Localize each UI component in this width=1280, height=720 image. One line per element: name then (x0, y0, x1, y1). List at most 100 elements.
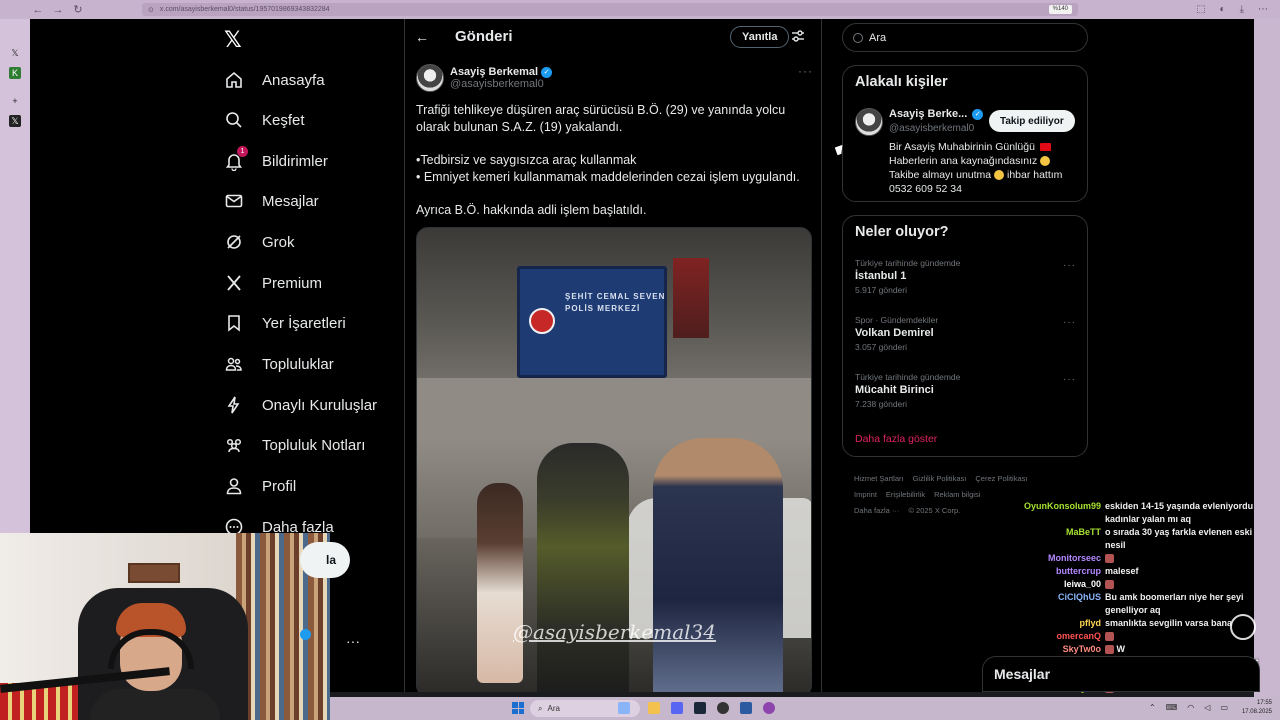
volume-icon[interactable]: ◁ (1204, 703, 1210, 712)
nav-item-7[interactable]: Yer İşaretleri (222, 307, 346, 339)
footer-link[interactable]: Gizlilik Politikası (913, 474, 967, 483)
site-info-icon[interactable]: ⊙ (148, 6, 154, 14)
nav-item-9[interactable]: Onaylı Kuruluşlar (222, 389, 377, 421)
nav-item-3[interactable]: 1 Bildirimler (222, 145, 328, 177)
keyboard-icon[interactable]: ⌨ (1166, 703, 1178, 712)
chevron-up-icon[interactable]: ⌃ (1149, 703, 1156, 712)
author-handle[interactable]: @asayisberkemal0 (450, 78, 552, 90)
tweet-image[interactable]: ŞEHİT CEMAL SEVEN POLİS MERKEZİ @asayisb… (416, 227, 812, 692)
footer-link[interactable]: Hizmet Şartları (854, 474, 904, 483)
home-icon (222, 68, 246, 92)
extension-icon[interactable]: ⬚ (1196, 4, 1205, 15)
x-logo-icon[interactable]: 𝕏 (224, 27, 248, 52)
more-options-icon[interactable]: ··· (798, 64, 813, 78)
reload-icon[interactable]: ↻ (68, 0, 88, 19)
trend-category: Spor · Gündemdekiler (855, 315, 939, 325)
following-button[interactable]: Takip ediliyor (989, 110, 1075, 132)
nav-item-8[interactable]: Topluluklar (222, 348, 334, 380)
forward-icon[interactable]: → (48, 0, 68, 19)
chat-username[interactable]: buttercrup (1014, 565, 1105, 578)
tweet-paragraph: •Tedbirsiz ve saygısızca araç kullanmak (416, 153, 637, 167)
account-menu-icon[interactable]: ··· (346, 633, 360, 649)
back-icon[interactable]: ← (28, 0, 48, 19)
battery-icon[interactable]: ▭ (1220, 703, 1228, 712)
trend-more-icon[interactable]: ··· (1063, 374, 1076, 385)
steam-icon[interactable] (694, 702, 706, 714)
clock[interactable]: 17:55 17.08.2025 (1242, 699, 1272, 717)
chat-username[interactable]: pflyd (1014, 617, 1105, 630)
url-bar[interactable]: ⊙ x.com/asayisberkemal0/status/195701986… (142, 3, 1078, 16)
trend-item[interactable]: Türkiye tarihinde gündemde Mücahit Birinc… (855, 372, 960, 409)
lightning-icon (222, 393, 246, 417)
sliders-icon[interactable] (791, 29, 805, 43)
trend-more-icon[interactable]: ··· (1063, 317, 1076, 328)
obs-icon[interactable] (717, 702, 729, 714)
nav-item-2[interactable]: Keşfet (222, 104, 305, 136)
avatar[interactable] (855, 108, 883, 136)
trend-count: 7.238 gönderi (855, 399, 907, 409)
avatar[interactable] (416, 64, 444, 92)
chat-username[interactable]: Monitorseec (1014, 552, 1105, 565)
search-input[interactable]: Ara (842, 23, 1088, 52)
windows-start-icon[interactable] (512, 702, 524, 714)
trend-item[interactable]: Spor · Gündemdekiler Volkan Demirel 3.057 … (855, 315, 938, 352)
trend-name: Mücahit Birinci (855, 384, 934, 396)
mail-icon (222, 189, 246, 213)
footer-link[interactable]: Daha fazla ··· (854, 506, 899, 515)
chat-username[interactable]: MaBeTT (1014, 526, 1105, 552)
trend-item[interactable]: Türkiye tarihinde gündemde İstanbul 1 5.91… (855, 258, 960, 295)
download-icon[interactable]: ⤓ (1240, 4, 1244, 15)
post-button[interactable]: la (300, 542, 350, 578)
trend-more-icon[interactable]: ··· (1063, 260, 1076, 271)
new-tab-icon[interactable]: + (9, 95, 21, 107)
app-tab-icon[interactable]: K (9, 67, 21, 79)
footer-link[interactable]: Imprint (854, 490, 877, 499)
x-tab-icon[interactable]: 𝕏 (9, 47, 21, 59)
profile-icon[interactable]: ◐ (1220, 4, 1226, 15)
chat-username[interactable]: leiwa_00 (1014, 578, 1105, 591)
tweet-author[interactable]: Asayiş Berkemal ✓ @asayisberkemal0 (416, 64, 553, 92)
folder-icon[interactable] (648, 702, 660, 714)
zoom-level[interactable]: %140 (1048, 5, 1072, 14)
person-handle[interactable]: @asayisberkemal0 (889, 123, 974, 134)
show-more-link[interactable]: Daha fazla göster (855, 433, 937, 445)
footer-link[interactable]: Çerez Politikası (975, 474, 1027, 483)
footer-link[interactable]: Reklam bilgisi (934, 490, 980, 499)
person-name[interactable]: Asayiş Berke... ✓ (889, 108, 984, 120)
notification-badge: 1 (237, 146, 248, 157)
chat-username[interactable]: OyunKonsolum99 (1014, 500, 1105, 526)
turkey-flag-icon (1039, 143, 1051, 152)
chat-username[interactable]: SkyTw0o (1014, 643, 1105, 656)
chat-message: MaBeTT o sırada 30 yaş farkla evlenen esk… (1014, 526, 1264, 552)
nav-item-5[interactable]: Grok (222, 226, 295, 258)
reply-button[interactable]: Yanıtla (730, 26, 790, 48)
nav-item-4[interactable]: Mesajlar (222, 185, 319, 217)
footer-link[interactable]: Erişilebilirlik (886, 490, 925, 499)
footer-link[interactable]: © 2025 X Corp. (908, 506, 960, 515)
widgets-icon[interactable] (618, 702, 630, 714)
chat-text: Bu amk boomerları niye her şeyi genelliy… (1105, 591, 1264, 617)
x-active-tab-icon[interactable]: 𝕏 (9, 115, 21, 127)
nav-item-1[interactable]: Anasayfa (222, 64, 325, 96)
chat-username[interactable]: omercanQ (1014, 630, 1105, 643)
nav-item-label: Topluluklar (262, 355, 334, 373)
nav-item-11[interactable]: Profil (222, 470, 296, 502)
discord-icon[interactable] (671, 702, 683, 714)
wifi-icon[interactable]: ◠ (1187, 703, 1194, 712)
nav-item-10[interactable]: Topluluk Notları (222, 429, 365, 461)
messages-drawer[interactable]: Mesajlar (982, 656, 1260, 692)
chat-username[interactable]: CiCIQhUS (1014, 591, 1105, 617)
search-icon (853, 32, 863, 43)
browser-icon[interactable] (763, 702, 775, 714)
bio-line: Haberlerin ana kaynağındasınız (889, 155, 1038, 167)
card-title: Neler oluyor? (855, 224, 949, 240)
back-arrow-icon[interactable]: ← (415, 29, 431, 45)
chat-text-content: o sırada 30 yaş farkla evlenen eski nesi… (1105, 527, 1253, 550)
nav-item-label: Premium (262, 274, 323, 292)
nav-item-6[interactable]: Premium (222, 267, 322, 299)
menu-icon[interactable]: ⋯ (1258, 4, 1268, 15)
person-icon (222, 474, 246, 498)
chat-message: leiwa_00 (1014, 578, 1264, 591)
author-name[interactable]: Asayiş Berkemal ✓ (450, 66, 553, 78)
app-icon[interactable] (740, 702, 752, 714)
